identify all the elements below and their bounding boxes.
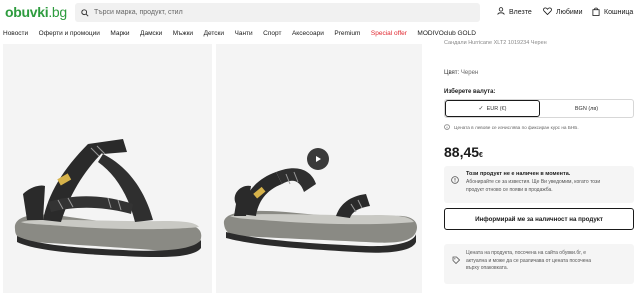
- header: obuvki.bg Влезте Любими Кошница: [0, 0, 640, 26]
- color-value: Черен: [460, 70, 479, 76]
- nav-item-offers[interactable]: Оферти и промоции: [39, 30, 100, 37]
- warning-icon: [451, 171, 459, 189]
- oos-title: Този продукт не е наличен в момента.: [466, 171, 571, 177]
- price-note-line-1: Цената на продукта, посочена на сайта об…: [466, 250, 586, 256]
- check-icon: ✓: [478, 106, 484, 112]
- price-value: 88,45: [444, 144, 480, 160]
- price-note-line-3: върху опаковката.: [466, 265, 509, 271]
- nav-item-modivoclub[interactable]: MODIVOclub GOLD: [417, 30, 476, 37]
- login-label: Влезте: [509, 8, 532, 16]
- heart-icon: [543, 7, 552, 17]
- currency-option-eur[interactable]: ✓ EUR (€): [445, 100, 540, 117]
- search-bar[interactable]: [75, 3, 480, 22]
- notify-availability-button[interactable]: Информирай ме за наличност на продукт: [444, 208, 634, 230]
- currency-title: Изберете валута:: [444, 89, 496, 95]
- rate-note-text: Цената в левове се изчислява по фиксиран…: [454, 125, 579, 130]
- search-input[interactable]: [94, 9, 454, 16]
- bag-icon: [592, 7, 600, 18]
- user-icon: [497, 7, 505, 17]
- info-icon: [444, 124, 450, 131]
- out-of-stock-notice: Този продукт не е наличен в момента. Або…: [444, 166, 634, 203]
- nav-item-bags[interactable]: Чанти: [235, 30, 253, 37]
- color-label: Цвят:: [444, 70, 460, 76]
- product-image-main[interactable]: [3, 44, 212, 293]
- cart-link[interactable]: Кошница: [592, 7, 633, 18]
- favorites-link[interactable]: Любими: [543, 7, 583, 17]
- play-icon: [314, 150, 322, 168]
- currency-option-bgn[interactable]: BGN (лв): [540, 100, 633, 117]
- currency-option-bgn-label: BGN (лв): [574, 105, 599, 112]
- favorites-label: Любими: [556, 8, 583, 16]
- nav-item-brands[interactable]: Марки: [110, 30, 129, 37]
- sandal-side-image: [14, 139, 202, 258]
- cart-label: Кошница: [604, 9, 634, 16]
- product-name-line: Сандали Hurricane XLT2 1019234 Черен: [444, 40, 547, 46]
- login-link[interactable]: Влезте: [497, 7, 532, 17]
- nav-item-novosti[interactable]: Новости: [3, 30, 28, 37]
- currency-option-eur-label: EUR (€): [486, 105, 507, 112]
- oos-text-line-2: продукт отново се появи в продажба.: [466, 186, 553, 193]
- currency-selector: ✓ EUR (€) BGN (лв): [444, 99, 634, 118]
- nav-item-accessories[interactable]: Аксесоари: [292, 30, 324, 37]
- nav-item-men[interactable]: Мъжки: [173, 30, 193, 37]
- price-disclaimer: Цената на продукта, посочена на сайта об…: [444, 244, 634, 284]
- nav-item-special-offer[interactable]: Special offer: [371, 30, 407, 37]
- nav-item-premium[interactable]: Premium: [334, 30, 360, 37]
- main-nav: Новости Оферти и промоции Марки Дамски М…: [0, 26, 640, 40]
- play-video-button[interactable]: [307, 148, 329, 170]
- nav-item-kids[interactable]: Детски: [204, 30, 224, 37]
- price-currency: €: [479, 152, 483, 159]
- price-note-line-2: актуална и може да се различава от ценат…: [466, 257, 592, 264]
- nav-item-sport[interactable]: Спорт: [263, 30, 281, 37]
- nav-item-women[interactable]: Дамски: [140, 30, 162, 37]
- oos-text-line-1: Абонирайте се за известия. Ще Ви уведоми…: [466, 179, 601, 185]
- product-price: 88,45€: [444, 144, 483, 160]
- rate-note: Цената в левове се изчислява по фиксиран…: [444, 124, 579, 131]
- site-logo[interactable]: obuvki.bg: [5, 4, 67, 20]
- search-icon: [81, 4, 89, 22]
- color-row: Цвят: Черен: [444, 70, 478, 76]
- tag-icon: [452, 251, 461, 269]
